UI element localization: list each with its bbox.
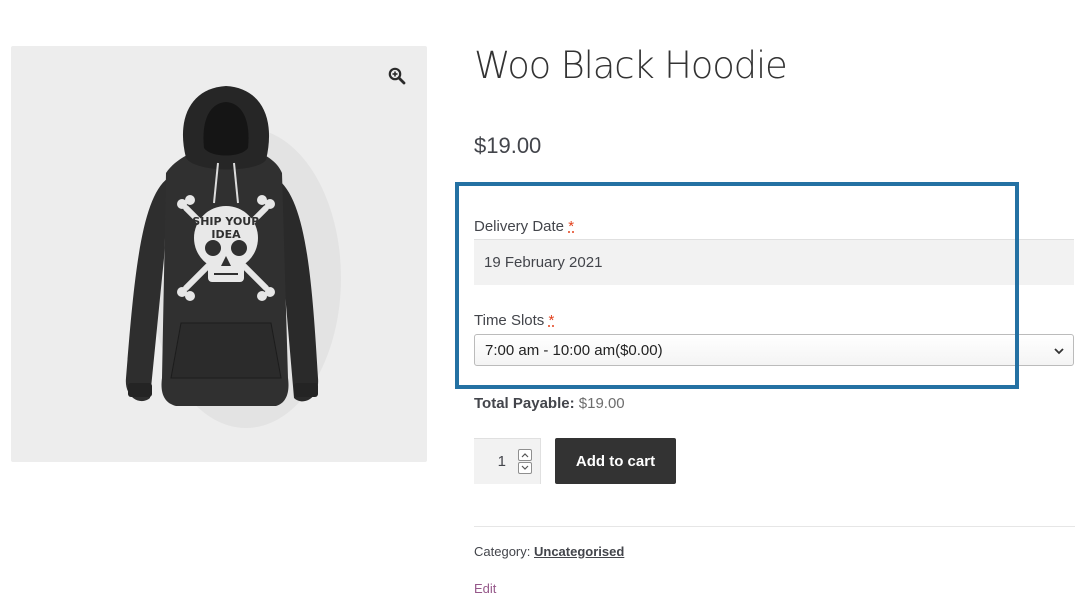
quantity-value[interactable]: 1	[492, 453, 506, 470]
product-gallery: SHIP YOUR IDEA	[11, 46, 427, 462]
required-marker: *	[568, 218, 575, 235]
quantity-stepper[interactable]: 1	[474, 438, 541, 484]
category-link[interactable]: Uncategorised	[534, 544, 624, 559]
delivery-date-label-text: Delivery Date	[474, 218, 565, 235]
edit-link[interactable]: Edit	[474, 581, 496, 596]
time-slots-label: Time Slots *	[474, 312, 554, 329]
increment-icon[interactable]	[518, 449, 532, 461]
time-slots-select[interactable]: 7:00 am - 10:00 am($0.00)	[474, 334, 1074, 366]
svg-text:SHIP YOUR: SHIP YOUR	[192, 215, 260, 228]
product-meta: Category: Uncategorised	[474, 544, 624, 559]
time-slots-label-text: Time Slots	[474, 312, 545, 329]
hoodie-image[interactable]: SHIP YOUR IDEA	[106, 78, 346, 428]
svg-text:IDEA: IDEA	[211, 228, 241, 241]
add-to-cart-button[interactable]: Add to cart	[555, 438, 676, 484]
product-title: Woo Black Hoodie	[474, 44, 788, 87]
chevron-down-icon	[1053, 344, 1065, 361]
divider	[474, 526, 1075, 527]
decrement-icon[interactable]	[518, 462, 532, 474]
product-price: $19.00	[474, 133, 542, 158]
category-label: Category:	[474, 544, 531, 559]
delivery-date-input[interactable]	[474, 239, 1074, 285]
product-page: SHIP YOUR IDEA Woo Black Hoodie $19.00 D…	[0, 0, 1080, 608]
total-payable-label: Total Payable:	[474, 395, 575, 412]
magnifier-plus-icon[interactable]	[385, 64, 409, 88]
total-payable-value: $19.00	[578, 395, 625, 412]
total-payable: Total Payable: $19.00	[474, 395, 625, 412]
delivery-date-label: Delivery Date *	[474, 218, 574, 235]
time-slots-selected-value: 7:00 am - 10:00 am($0.00)	[485, 341, 663, 359]
required-marker: *	[548, 312, 555, 329]
